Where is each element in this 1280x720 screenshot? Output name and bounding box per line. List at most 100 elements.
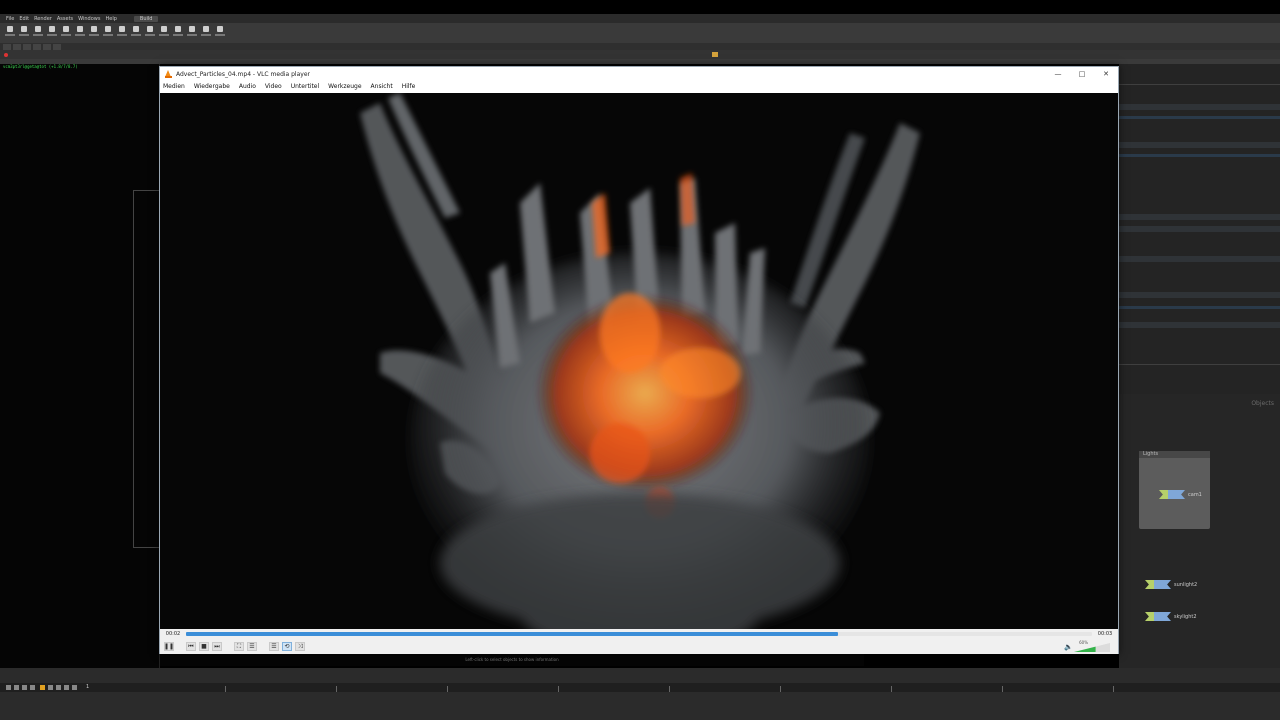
shelf-tab[interactable]: [53, 43, 61, 50]
param-row[interactable]: [1119, 306, 1280, 309]
tool-label-bar: [117, 34, 127, 36]
pause-icon[interactable]: ❚❚: [164, 642, 174, 651]
seek-slider[interactable]: [186, 632, 1092, 636]
minimize-button[interactable]: —: [1046, 67, 1070, 81]
node-cam1[interactable]: cam1: [1159, 490, 1202, 499]
shelf-tab[interactable]: [13, 43, 21, 50]
param-row[interactable]: [1119, 292, 1280, 298]
timeline-tick: [336, 686, 337, 692]
window-controls: — □ ✕: [1046, 67, 1118, 81]
playlist-icon[interactable]: ☰: [269, 642, 279, 651]
param-row[interactable]: [1119, 142, 1280, 148]
step-back-button[interactable]: [22, 685, 27, 690]
menu-file[interactable]: File: [6, 16, 14, 22]
shelf-tool[interactable]: [4, 24, 16, 40]
shelf-tool[interactable]: [172, 24, 184, 40]
stop-button[interactable]: [40, 685, 45, 690]
shelf-tool[interactable]: [102, 24, 114, 40]
menu-render[interactable]: Render: [34, 16, 52, 22]
play-reverse-button[interactable]: [30, 685, 35, 690]
node-skylight2[interactable]: skylight2: [1145, 612, 1197, 621]
param-row[interactable]: [1119, 256, 1280, 262]
shelf-tool[interactable]: [158, 24, 170, 40]
shelf-tool[interactable]: [186, 24, 198, 40]
shelf-tool[interactable]: [214, 24, 226, 40]
param-row[interactable]: [1119, 104, 1280, 110]
console-line: vcm3pt3rl@geta@tot (+1.8/7/8.7): [3, 64, 78, 69]
shelf-tool[interactable]: [32, 24, 44, 40]
step-forward-button[interactable]: [56, 685, 61, 690]
menu-help[interactable]: Help: [105, 16, 116, 22]
node-label: skylight2: [1174, 613, 1197, 620]
shelf-tab[interactable]: [33, 43, 41, 50]
next-key-button[interactable]: [64, 685, 69, 690]
menu-ansicht[interactable]: Ansicht: [371, 83, 393, 90]
node-sunlight2[interactable]: sunlight2: [1145, 580, 1197, 589]
explosion-frame: [360, 93, 920, 629]
shuffle-icon[interactable]: ⤨: [295, 642, 305, 651]
tool-icon: [147, 26, 153, 32]
timeline-tick: [891, 686, 892, 692]
shelf-tool[interactable]: [130, 24, 142, 40]
tool-icon: [189, 26, 195, 32]
menu-assets[interactable]: Assets: [57, 16, 73, 22]
first-frame-button[interactable]: [6, 685, 11, 690]
node-label: cam1: [1188, 491, 1202, 498]
extended-settings-icon[interactable]: ☰: [247, 642, 257, 651]
shelf-tool[interactable]: [46, 24, 58, 40]
last-frame-button[interactable]: [72, 685, 77, 690]
seek-progress-fill: [186, 632, 839, 636]
param-row[interactable]: [1119, 322, 1280, 328]
menu-video[interactable]: Video: [265, 83, 282, 90]
menu-wiedergabe[interactable]: Wiedergabe: [194, 83, 230, 90]
network-editor[interactable]: Objects Lights cam1 sunlight2 skylight2: [1119, 394, 1280, 674]
shelf-tool[interactable]: [200, 24, 212, 40]
node-shape: [1145, 612, 1171, 621]
volume-slider[interactable]: 🔈 60%: [1064, 640, 1110, 652]
speaker-icon[interactable]: 🔈: [1064, 643, 1073, 651]
desktop-selector[interactable]: Build: [133, 15, 159, 22]
shelf-tab[interactable]: [23, 43, 31, 50]
shelf-tool[interactable]: [88, 24, 100, 40]
menu-medien[interactable]: Medien: [163, 83, 185, 90]
fullscreen-icon[interactable]: ⛶: [234, 642, 244, 651]
shelf-tool[interactable]: [144, 24, 156, 40]
loop-icon[interactable]: ⟲: [282, 642, 292, 651]
shelf-tool[interactable]: [74, 24, 86, 40]
tool-label-bar: [33, 34, 43, 36]
menu-windows[interactable]: Windows: [78, 16, 100, 22]
next-icon[interactable]: ⏭: [212, 642, 222, 651]
record-icon[interactable]: [4, 52, 8, 57]
close-button[interactable]: ✕: [1094, 67, 1118, 81]
seek-bar-row: 00:02 00:03: [160, 629, 1118, 639]
param-row[interactable]: [1119, 154, 1280, 157]
shelf-tool[interactable]: [116, 24, 128, 40]
shelf-tab[interactable]: [43, 43, 51, 50]
tool-icon: [133, 26, 139, 32]
volume-label: 60%: [1079, 640, 1088, 645]
play-button[interactable]: [48, 685, 53, 690]
frame-field[interactable]: 1: [86, 684, 89, 690]
previous-icon[interactable]: ⏮: [186, 642, 196, 651]
menu-edit[interactable]: Edit: [19, 16, 29, 22]
prev-key-button[interactable]: [14, 685, 19, 690]
param-row[interactable]: [1119, 116, 1280, 119]
stop-icon[interactable]: ■: [199, 642, 209, 651]
param-row[interactable]: [1119, 214, 1280, 220]
shelf-tab[interactable]: [3, 43, 11, 50]
timeline[interactable]: 1: [0, 683, 1280, 692]
shelf-tool[interactable]: [18, 24, 30, 40]
video-area[interactable]: [160, 93, 1118, 629]
menu-audio[interactable]: Audio: [239, 83, 256, 90]
timeline-area: 1: [0, 668, 1280, 720]
tool-icon: [161, 26, 167, 32]
maximize-button[interactable]: □: [1070, 67, 1094, 81]
node-shape: [1159, 490, 1185, 499]
menu-werkzeuge[interactable]: Werkzeuge: [328, 83, 361, 90]
menu-untertitel[interactable]: Untertitel: [291, 83, 319, 90]
vlc-titlebar[interactable]: Advect_Particles_04.mp4 - VLC media play…: [160, 67, 1118, 81]
shelf-tool[interactable]: [60, 24, 72, 40]
menu-hilfe[interactable]: Hilfe: [402, 83, 416, 90]
param-row[interactable]: [1119, 226, 1280, 232]
snap-icon[interactable]: [712, 52, 718, 57]
